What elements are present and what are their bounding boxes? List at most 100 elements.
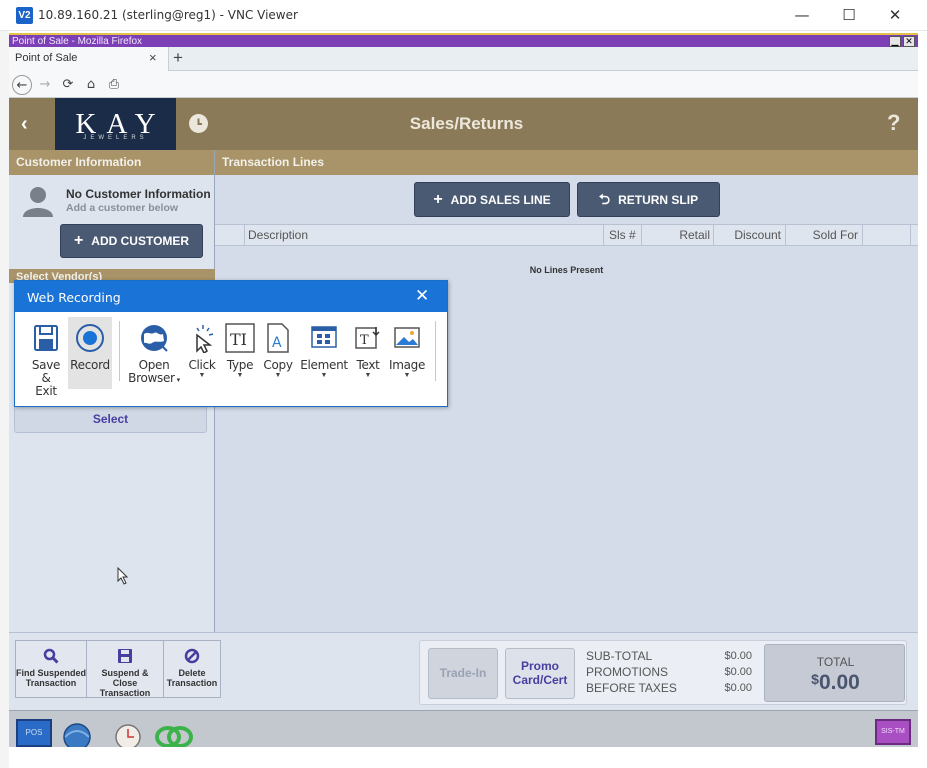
trade-in-button[interactable]: Trade-In xyxy=(428,648,498,699)
minimize-button[interactable]: — xyxy=(779,0,825,31)
back-chevron-icon[interactable]: ‹ xyxy=(21,113,28,136)
green-rings-taskbar-icon[interactable] xyxy=(154,719,194,748)
copy-document-icon: A xyxy=(263,323,293,353)
click-label: Click xyxy=(188,358,216,372)
add-customer-button[interactable]: + ADD CUSTOMER xyxy=(60,224,203,258)
tab-point-of-sale[interactable]: Point of Sale × xyxy=(9,47,169,71)
maximize-button[interactable]: ☐ xyxy=(826,0,872,31)
person-silhouette-icon xyxy=(21,185,53,217)
tab-label: Point of Sale xyxy=(15,52,78,64)
open-browser-label-2: Browser xyxy=(128,371,175,385)
toolbar-separator-right xyxy=(435,321,436,381)
firefox-tab-strip: Point of Sale × + xyxy=(9,47,918,71)
suspend-close-button[interactable]: Suspend & Close Transaction xyxy=(86,640,164,698)
taskbar: POS SIS-TM xyxy=(9,710,918,751)
click-pointer-icon xyxy=(187,323,217,355)
svg-text:A: A xyxy=(272,335,282,351)
help-icon[interactable]: ? xyxy=(887,110,900,136)
image-dropdown-icon[interactable]: ▼ xyxy=(389,372,425,379)
vnc-window-title: 10.89.160.21 (sterling@reg1) - VNC Viewe… xyxy=(38,8,298,22)
save-exit-button[interactable]: Save & Exit xyxy=(29,317,63,398)
copy-dropdown-icon[interactable]: ▼ xyxy=(261,372,295,379)
column-retail[interactable]: Retail xyxy=(642,225,714,246)
find-suspended-label-1: Find Suspended xyxy=(16,668,87,678)
text-dropdown-icon[interactable]: ▼ xyxy=(351,372,385,379)
image-icon xyxy=(392,323,422,353)
promotions-label: PROMOTIONS xyxy=(586,665,669,679)
suspend-label-1: Suspend & xyxy=(101,668,149,678)
home-icon[interactable]: ⌂ xyxy=(81,75,101,95)
element-dropdown-icon[interactable]: ▼ xyxy=(300,372,348,379)
reload-icon[interactable]: ⟳ xyxy=(58,75,78,95)
empty-lines-message: No Lines Present xyxy=(529,265,604,275)
text-label: Text xyxy=(356,358,380,372)
vnc-app-icon: V2 xyxy=(16,7,33,24)
close-icon[interactable]: ✕ xyxy=(415,286,429,306)
type-button[interactable]: TI Type ▼ xyxy=(222,317,258,389)
history-clock-icon[interactable] xyxy=(189,114,208,133)
print-icon[interactable]: ⎙ xyxy=(104,75,124,95)
page-title: Sales/Returns xyxy=(409,114,524,133)
tab-close-icon[interactable]: × xyxy=(149,50,157,65)
web-recording-dialog: Web Recording ✕ Save & Exit Record Open Br… xyxy=(14,280,448,407)
background-desktop-strip xyxy=(0,31,9,768)
pos-header: ‹ KAY JEWELERS Sales/Returns ? xyxy=(9,98,918,150)
firefox-nav-bar: ← → ⟳ ⌂ ⎙ xyxy=(9,71,918,98)
globe-taskbar-icon[interactable] xyxy=(59,719,93,751)
delete-transaction-button[interactable]: Delete Transaction xyxy=(163,640,221,698)
return-slip-button[interactable]: ⮌ RETURN SLIP xyxy=(577,182,720,217)
column-description[interactable]: Description xyxy=(245,225,604,246)
firefox-minimize-button[interactable]: ▁ xyxy=(889,36,901,47)
total-box: TOTAL $0.00 xyxy=(764,644,905,702)
forward-arrow-icon[interactable]: → xyxy=(35,75,55,95)
firefox-close-button[interactable]: ✕ xyxy=(903,36,915,47)
total-amount: 0.00 xyxy=(818,671,860,694)
record-label: Record xyxy=(70,358,110,372)
click-button[interactable]: Click ▼ xyxy=(185,317,219,389)
plus-icon: + xyxy=(73,232,84,249)
text-button[interactable]: T Text ▼ xyxy=(351,317,385,389)
save-label-1: Save xyxy=(31,358,61,372)
svg-text:T: T xyxy=(360,333,369,348)
record-button[interactable]: Record xyxy=(68,317,112,389)
element-grid-icon xyxy=(309,323,339,353)
customer-info-header: Customer Information xyxy=(9,150,214,175)
bottom-action-bar: Find Suspended Transaction Suspend & Close… xyxy=(9,632,918,710)
open-browser-button[interactable]: Open Browser ▾ xyxy=(128,317,180,389)
clock-taskbar-icon[interactable] xyxy=(113,719,147,750)
before-taxes-label: BEFORE TAXES xyxy=(586,681,677,695)
transaction-table-header: Description Sls # Retail Discount Sold F… xyxy=(215,224,918,246)
globe-icon xyxy=(139,323,169,353)
delete-label-2: Transaction xyxy=(166,678,218,688)
new-tab-button[interactable]: + xyxy=(173,48,183,68)
mouse-cursor-icon xyxy=(117,566,129,588)
column-sold-for[interactable]: Sold For xyxy=(786,225,863,246)
select-button[interactable]: Select xyxy=(14,405,207,433)
kay-logo: KAY JEWELERS xyxy=(55,98,176,150)
image-label: Image xyxy=(389,358,426,372)
subtotal-value: $0.00 xyxy=(724,650,752,662)
find-suspended-button[interactable]: Find Suspended Transaction xyxy=(15,640,87,698)
click-dropdown-icon[interactable]: ▼ xyxy=(185,372,219,379)
web-recording-titlebar: Web Recording ✕ xyxy=(15,281,447,312)
add-sales-line-label: ADD SALES LINE xyxy=(450,193,551,207)
column-discount[interactable]: Discount xyxy=(714,225,786,246)
element-button[interactable]: Element ▼ xyxy=(300,317,348,389)
sis-taskbar-icon[interactable]: SIS-TM xyxy=(875,719,911,745)
copy-button[interactable]: A Copy ▼ xyxy=(261,317,295,389)
column-sls[interactable]: Sls # xyxy=(604,225,642,246)
web-recording-title: Web Recording xyxy=(27,290,121,305)
type-dropdown-icon[interactable]: ▼ xyxy=(222,372,258,379)
back-arrow-icon[interactable]: ← xyxy=(12,75,32,95)
firefox-titlebar: Point of Sale - Mozilla Firefox ▁ ✕ xyxy=(9,33,918,47)
image-button[interactable]: Image ▼ xyxy=(389,317,425,389)
add-sales-line-button[interactable]: + ADD SALES LINE xyxy=(414,182,570,217)
close-window-button[interactable]: ✕ xyxy=(872,0,918,31)
find-suspended-label-2: Transaction xyxy=(25,678,77,688)
promo-card-button[interactable]: Promo Card/Cert xyxy=(505,648,575,699)
floppy-disk-icon xyxy=(31,323,61,353)
svg-text:TI: TI xyxy=(230,330,247,349)
pos-taskbar-icon[interactable]: POS xyxy=(16,719,52,747)
open-browser-label-1: Open xyxy=(138,358,170,372)
search-icon xyxy=(43,648,59,664)
